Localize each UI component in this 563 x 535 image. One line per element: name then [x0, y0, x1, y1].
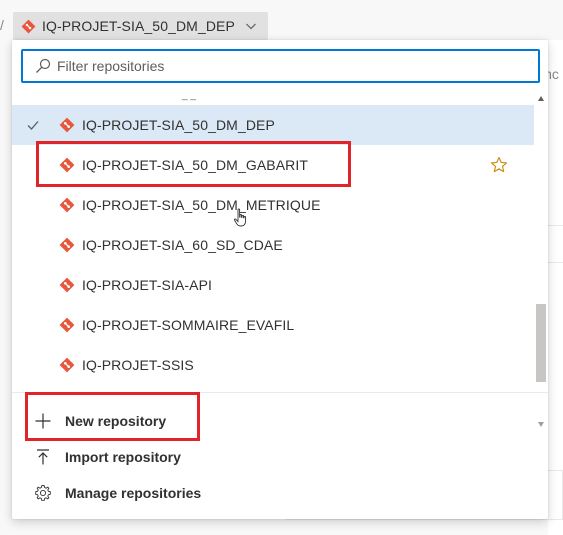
repo-item[interactable]: IQ-PROJET-SSIS	[12, 345, 534, 385]
repository-dropdown: _ _ IQ-PROJET-SIA_50_DM_DEP IQ	[12, 40, 548, 519]
filter-box[interactable]	[21, 49, 540, 83]
repo-item-selected[interactable]: IQ-PROJET-SIA_50_DM_DEP	[12, 105, 534, 145]
git-repo-icon	[59, 357, 75, 373]
action-label: Import repository	[65, 449, 181, 465]
git-repo-icon	[59, 117, 75, 133]
repo-name: IQ-PROJET-SSIS	[82, 357, 194, 373]
action-label: Manage repositories	[65, 485, 202, 501]
star-outline-icon[interactable]	[490, 156, 508, 174]
import-icon	[37, 449, 49, 465]
scrollbar[interactable]	[534, 92, 548, 432]
scroll-thumb[interactable]	[536, 304, 546, 382]
gear-icon	[35, 485, 51, 501]
repo-item[interactable]: IQ-PROJET-SIA_50_DM_METRIQUE	[12, 185, 534, 225]
repository-selector[interactable]: IQ-PROJET-SIA_50_DM_DEP	[13, 12, 268, 40]
partial-list-item: _ _	[182, 92, 196, 101]
background-divider	[548, 225, 563, 226]
repo-name: IQ-PROJET-SIA_60_SD_CDAE	[82, 237, 283, 253]
git-repo-icon	[59, 317, 75, 333]
search-icon	[36, 58, 51, 73]
annotation-box-new-repository	[25, 392, 200, 441]
checkmark-icon	[27, 121, 39, 130]
import-repository-button[interactable]: Import repository	[12, 440, 548, 474]
manage-repositories-button[interactable]: Manage repositories	[12, 476, 548, 510]
background-divider	[548, 262, 563, 263]
selected-repo-name: IQ-PROJET-SIA_50_DM_DEP	[42, 18, 235, 34]
git-repo-icon	[59, 237, 75, 253]
repo-name: IQ-PROJET-SOMMAIRE_EVAFIL	[82, 317, 295, 333]
breadcrumb-separator: /	[0, 17, 4, 33]
chevron-down-icon	[245, 23, 256, 30]
repo-name: IQ-PROJET-SIA_50_DM_METRIQUE	[82, 197, 321, 213]
scroll-up-arrow-icon[interactable]	[538, 96, 544, 101]
repo-name: IQ-PROJET-SIA_50_DM_DEP	[82, 117, 275, 133]
repo-item[interactable]: IQ-PROJET-SIA_60_SD_CDAE	[12, 225, 534, 265]
git-repo-icon	[21, 19, 36, 33]
repo-item[interactable]: IQ-PROJET-SOMMAIRE_EVAFIL	[12, 305, 534, 345]
git-repo-icon	[59, 277, 75, 293]
repo-item[interactable]: IQ-PROJET-SIA-API	[12, 265, 534, 305]
background-panel	[548, 40, 563, 535]
repo-name: IQ-PROJET-SIA-API	[82, 277, 213, 293]
filter-repositories-input[interactable]	[57, 58, 517, 74]
hand-cursor-icon	[233, 208, 246, 227]
git-repo-icon	[59, 197, 75, 213]
page: inc / IQ-PROJET-SIA_50_DM_DEP _ _	[0, 0, 563, 535]
annotation-box-gabarit	[36, 141, 351, 187]
